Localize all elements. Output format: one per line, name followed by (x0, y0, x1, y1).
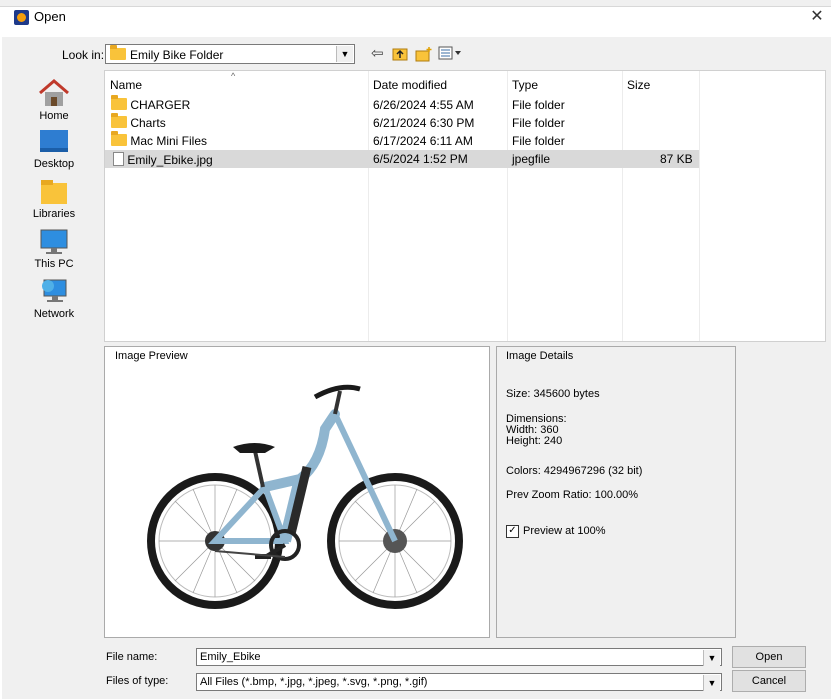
chevron-down-icon[interactable]: ▼ (336, 46, 353, 62)
folder-icon (110, 45, 126, 60)
place-label: This PC (34, 258, 74, 270)
image-file-icon (113, 152, 124, 166)
desktop-icon (40, 130, 68, 152)
detail-zoom-ratio: Prev Zoom Ratio: 100.00% (506, 489, 639, 501)
image-details-panel: Image Details Size: 345600 bytes Dimensi… (496, 346, 736, 638)
column-header-size[interactable]: Size (627, 78, 650, 92)
file-row-charger[interactable]: CHARGER 6/26/2024 4:55 AM File folder (105, 95, 699, 114)
image-preview-title: Image Preview (115, 350, 188, 362)
file-name-label: File name: (106, 651, 158, 663)
place-this-pc[interactable]: This PC (12, 228, 96, 270)
column-divider (699, 71, 700, 341)
bike-preview-image (147, 384, 463, 609)
file-row-emily-ebike[interactable]: Emily_Ebike.jpg 6/5/2024 1:52 PM jpegfil… (105, 150, 699, 168)
column-header-name[interactable]: Name (110, 78, 142, 92)
preview-at-100-label: Preview at 100% (523, 525, 606, 537)
preview-at-100-checkbox[interactable]: ✓ (506, 525, 519, 538)
detail-colors: Colors: 4294967296 (32 bit) (506, 465, 643, 477)
detail-height: Height: 240 (506, 435, 563, 447)
new-folder-icon[interactable] (415, 46, 433, 66)
places-bar: Home Desktop Libraries This PC Network (12, 70, 96, 340)
column-header-type[interactable]: Type (512, 78, 538, 92)
file-row-charts[interactable]: Charts 6/21/2024 6:30 PM File folder (105, 113, 699, 132)
look-in-value: Emily Bike Folder (130, 48, 224, 62)
folder-icon (111, 131, 127, 146)
file-date: 6/5/2024 1:52 PM (373, 152, 468, 166)
detail-size: Size: 345600 bytes (506, 388, 600, 400)
window-top-edge (0, 0, 831, 7)
sort-ascending-icon: ^ (231, 71, 236, 81)
file-size: 87 KB (660, 152, 693, 166)
place-label: Network (33, 308, 75, 320)
file-type: jpegfile (512, 152, 551, 166)
app-icon (14, 10, 29, 25)
file-date: 6/26/2024 4:55 AM (373, 98, 474, 112)
file-row-mac-mini-files[interactable]: Mac Mini Files 6/17/2024 6:11 AM File fo… (105, 131, 699, 150)
place-label: Home (39, 110, 69, 122)
file-name: Emily_Ebike.jpg (127, 153, 213, 167)
open-button[interactable]: Open (732, 646, 806, 668)
place-label: Desktop (33, 158, 75, 170)
place-home[interactable]: Home (12, 78, 96, 122)
file-name: CHARGER (130, 98, 191, 112)
chevron-down-icon[interactable]: ▼ (703, 675, 720, 691)
image-preview-panel: Image Preview (104, 346, 490, 638)
column-header-date[interactable]: Date modified (373, 78, 447, 92)
view-menu-icon[interactable] (438, 46, 462, 64)
back-arrow-icon[interactable]: ⇦ (371, 46, 384, 62)
cancel-button[interactable]: Cancel (732, 670, 806, 692)
up-folder-icon[interactable] (392, 46, 408, 65)
file-name-value: Emily_Ebike (200, 651, 261, 663)
file-type: File folder (512, 134, 565, 148)
file-list[interactable]: ^ Name Date modified Type Size CHARGER 6… (104, 70, 826, 342)
close-button[interactable]: ✕ (806, 6, 828, 28)
folder-icon (111, 113, 127, 128)
file-type: File folder (512, 116, 565, 130)
file-name-input[interactable]: Emily_Ebike ▼ (196, 648, 722, 666)
file-name: Mac Mini Files (130, 134, 208, 148)
network-icon (42, 279, 67, 302)
file-date: 6/21/2024 6:30 PM (373, 116, 475, 130)
window-title: Open (34, 9, 66, 24)
place-network[interactable]: Network (12, 278, 96, 320)
look-in-dropdown[interactable]: Emily Bike Folder ▼ (105, 44, 355, 64)
file-type: File folder (512, 98, 565, 112)
file-name: Charts (130, 116, 166, 130)
place-label: Libraries (32, 208, 76, 220)
title-bar (0, 7, 831, 37)
file-type-value: All Files (*.bmp, *.jpg, *.jpeg, *.svg, … (200, 676, 428, 688)
file-type-label: Files of type: (106, 675, 169, 687)
place-desktop[interactable]: Desktop (12, 128, 96, 170)
chevron-down-icon[interactable]: ▼ (703, 650, 720, 666)
home-icon (39, 79, 69, 106)
image-details-title: Image Details (506, 350, 574, 362)
place-libraries[interactable]: Libraries (12, 178, 96, 220)
libraries-icon (41, 180, 67, 204)
folder-icon (111, 95, 127, 110)
computer-icon (40, 229, 68, 254)
look-in-label: Look in: (62, 48, 105, 62)
file-type-dropdown[interactable]: All Files (*.bmp, *.jpg, *.jpeg, *.svg, … (196, 673, 722, 691)
file-date: 6/17/2024 6:11 AM (373, 134, 473, 148)
